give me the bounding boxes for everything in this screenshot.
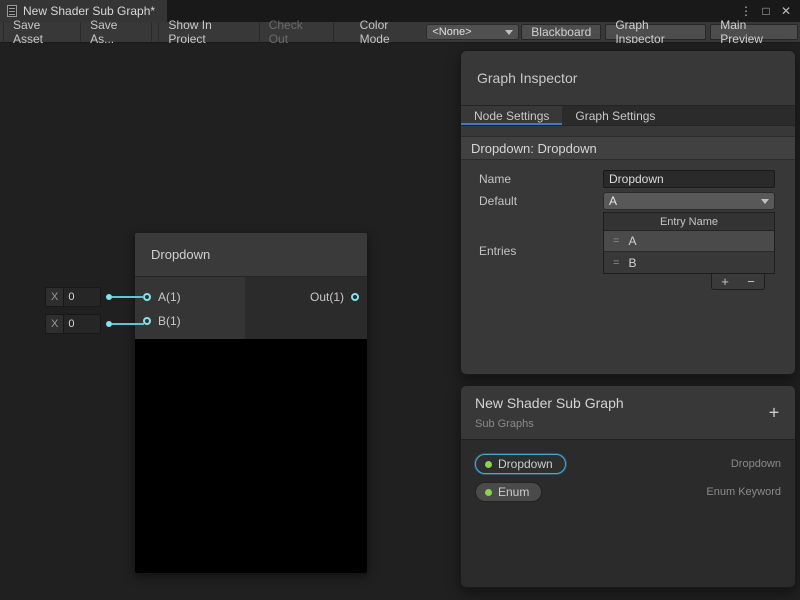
property-pill-dropdown[interactable]: Dropdown: [475, 454, 566, 474]
blackboard-row-dropdown: Dropdown Dropdown: [461, 454, 795, 474]
entry-name: B: [628, 256, 636, 270]
value-a-axis-label: X: [46, 291, 63, 303]
inspector-title: Graph Inspector: [461, 51, 795, 105]
graph-inspector-panel: Graph Inspector Node Settings Graph Sett…: [460, 50, 796, 375]
tab-graph-settings[interactable]: Graph Settings: [562, 106, 668, 125]
save-asset-button[interactable]: Save Asset: [3, 22, 81, 42]
edge-b[interactable]: [112, 323, 144, 325]
entries-list-wrap: Entry Name = A = B + −: [603, 212, 775, 290]
graph-inspector-toggle-button[interactable]: Graph Inspector: [605, 24, 706, 40]
inspector-section-title: Dropdown: Dropdown: [461, 136, 795, 160]
blackboard-panel: New Shader Sub Graph Sub Graphs + Dropdo…: [460, 385, 796, 588]
add-entry-button[interactable]: +: [721, 275, 729, 288]
input-port-row-b: B(1): [135, 309, 245, 333]
node-output-column: Out(1): [245, 277, 367, 339]
node-input-column: A(1) B(1): [135, 277, 245, 339]
document-tab-label: New Shader Sub Graph*: [23, 4, 155, 18]
chevron-down-icon: [761, 199, 769, 204]
drag-handle-icon[interactable]: =: [613, 235, 619, 247]
input-port-a-label: A(1): [158, 290, 181, 304]
entries-list-header: Entry Name: [604, 213, 774, 231]
input-port-a-icon[interactable]: [143, 293, 151, 301]
value-b-field[interactable]: 0: [63, 315, 100, 333]
entries-list: Entry Name = A = B: [603, 212, 775, 274]
output-port-label: Out(1): [310, 290, 344, 304]
exposed-dot-icon: [485, 489, 492, 496]
property-pill-enum[interactable]: Enum: [475, 482, 542, 502]
property-pill-label: Dropdown: [498, 457, 553, 471]
tab-node-settings[interactable]: Node Settings: [461, 106, 562, 125]
drag-handle-icon[interactable]: =: [613, 257, 619, 269]
add-property-button[interactable]: +: [765, 402, 783, 423]
color-mode-group: Color Mode <None>: [360, 22, 520, 42]
exposed-dot-icon: [485, 461, 492, 468]
value-b-axis-label: X: [46, 318, 63, 330]
graph-toolbar: Save Asset Save As... Show In Project Ch…: [0, 22, 800, 43]
node-preview: [135, 339, 367, 573]
value-a-field[interactable]: 0: [63, 288, 100, 306]
entries-label: Entries: [479, 244, 603, 258]
shader-graph-file-icon: [7, 5, 17, 17]
blackboard-toggle-button[interactable]: Blackboard: [521, 24, 601, 40]
input-port-b-icon[interactable]: [143, 317, 151, 325]
check-out-button: Check Out: [260, 22, 334, 42]
property-type-label: Dropdown: [731, 458, 781, 470]
list-item[interactable]: = A: [604, 231, 774, 252]
dropdown-node[interactable]: Dropdown A(1) B(1) Out(1): [135, 233, 367, 573]
list-item[interactable]: = B: [604, 252, 774, 273]
inspector-tabs: Node Settings Graph Settings: [461, 105, 795, 126]
default-label: Default: [479, 194, 603, 208]
color-mode-value: <None>: [432, 26, 471, 38]
input-value-widget-b: X 0: [45, 314, 101, 334]
input-value-widget-a: X 0: [45, 287, 101, 307]
show-in-project-button[interactable]: Show In Project: [158, 22, 259, 42]
blackboard-row-enum: Enum Enum Keyword: [461, 482, 795, 502]
output-port-row: Out(1): [245, 285, 367, 309]
property-type-label: Enum Keyword: [706, 486, 781, 498]
toolbar-right-group: Blackboard Graph Inspector Main Preview: [519, 22, 800, 42]
entry-name: A: [628, 234, 636, 248]
color-mode-label: Color Mode: [360, 18, 420, 46]
name-label: Name: [479, 172, 603, 186]
default-dropdown[interactable]: A: [603, 192, 775, 210]
entries-row: Entries Entry Name = A = B + −: [461, 212, 795, 290]
blackboard-header: New Shader Sub Graph Sub Graphs +: [461, 386, 795, 440]
edge-a[interactable]: [112, 296, 144, 298]
name-input[interactable]: Dropdown: [603, 170, 775, 188]
blackboard-title: New Shader Sub Graph: [475, 395, 781, 411]
blackboard-subtitle: Sub Graphs: [475, 418, 781, 430]
list-add-remove-bar: + −: [711, 274, 765, 290]
remove-entry-button[interactable]: −: [747, 275, 755, 288]
main-preview-toggle-button[interactable]: Main Preview: [710, 24, 798, 40]
default-dropdown-value: A: [609, 194, 617, 208]
chevron-down-icon: [505, 30, 513, 35]
input-port-row-a: A(1): [135, 285, 245, 309]
property-pill-label: Enum: [498, 485, 529, 499]
input-port-b-label: B(1): [158, 314, 181, 328]
node-port-area: A(1) B(1) Out(1): [135, 277, 367, 339]
entries-list-footer: + −: [603, 274, 775, 290]
default-row: Default A: [461, 192, 795, 210]
node-title[interactable]: Dropdown: [135, 233, 367, 277]
output-port-icon[interactable]: [351, 293, 359, 301]
color-mode-dropdown[interactable]: <None>: [426, 24, 519, 40]
save-as-button[interactable]: Save As...: [81, 22, 152, 42]
name-row: Name Dropdown: [461, 170, 795, 188]
